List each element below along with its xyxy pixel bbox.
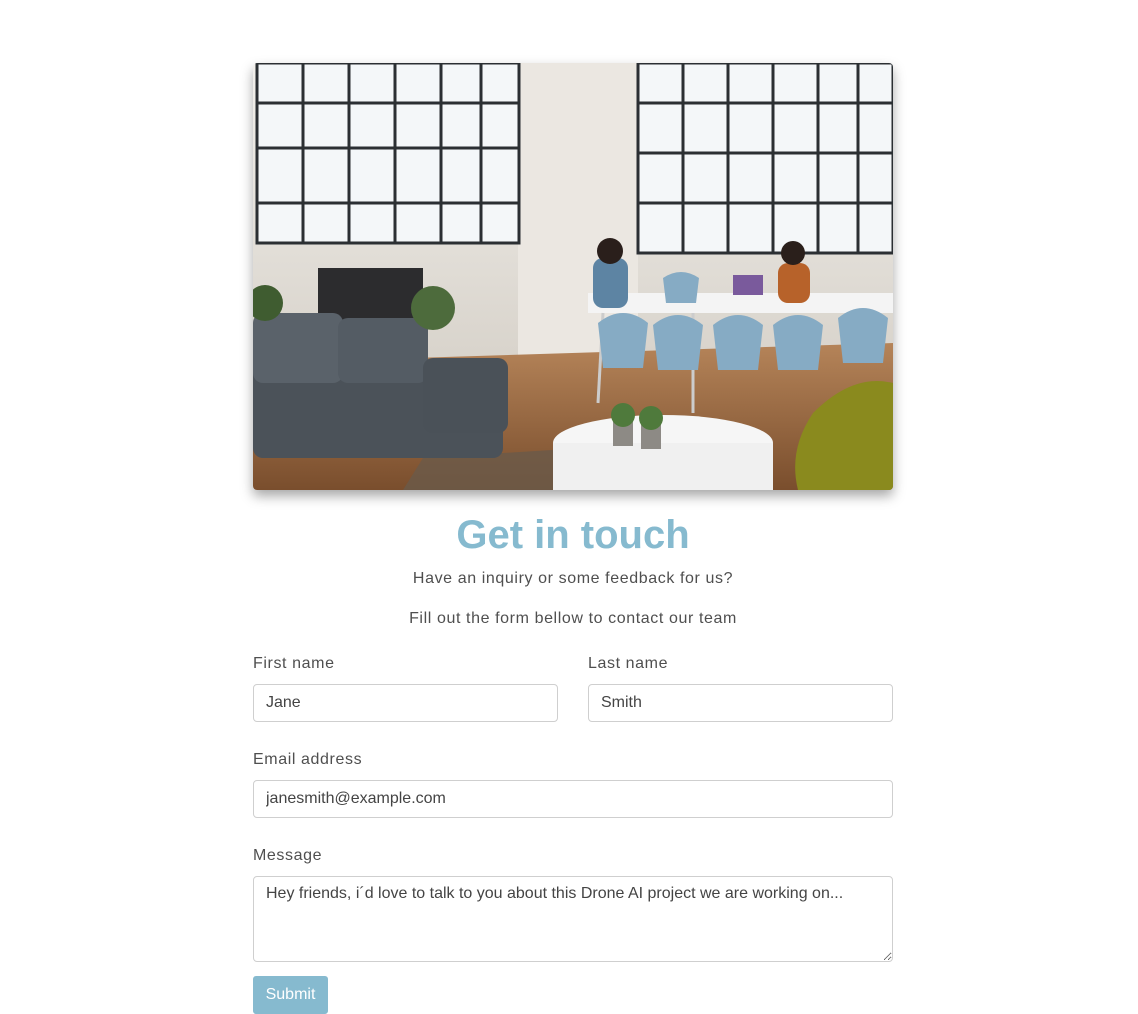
last-name-label: Last name: [588, 655, 669, 672]
contact-form: First name Last name Email address Messa…: [253, 654, 893, 1014]
message-label: Message: [253, 847, 323, 864]
last-name-input[interactable]: [588, 684, 893, 722]
hero-image: [253, 63, 893, 490]
page-title: Get in touch: [456, 513, 690, 557]
email-group: Email address: [253, 750, 893, 818]
last-name-group: Last name: [588, 654, 893, 722]
message-group: Message Hey friends, i´d love to talk to…: [253, 846, 893, 962]
submit-button[interactable]: Submit: [253, 976, 328, 1014]
first-name-input[interactable]: [253, 684, 558, 722]
subtitle-inquiry: Have an inquiry or some feedback for us?: [412, 570, 734, 587]
email-input[interactable]: [253, 780, 893, 818]
subtitle-instructions: Fill out the form bellow to contact our …: [409, 610, 737, 627]
name-row: First name Last name: [253, 654, 893, 722]
first-name-group: First name: [253, 654, 558, 722]
contact-page: Get in touch Have an inquiry or some fee…: [253, 63, 893, 1014]
email-label: Email address: [253, 751, 363, 768]
message-textarea[interactable]: Hey friends, i´d love to talk to you abo…: [253, 876, 893, 962]
first-name-label: First name: [253, 655, 335, 672]
